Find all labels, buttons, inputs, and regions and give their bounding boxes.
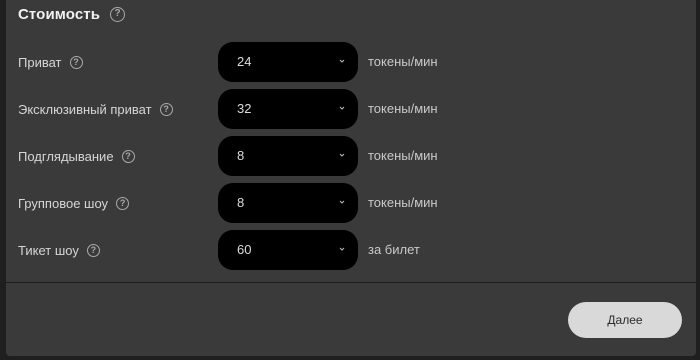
unit-label: токены/мин xyxy=(368,101,438,116)
row-label-container: Тикет шоу ? xyxy=(18,230,100,270)
price-row-spy: Подглядывание ? 8 токены/мин xyxy=(6,136,696,176)
chevron-down-icon xyxy=(339,200,345,204)
price-row-group-show: Групповое шоу ? 8 токены/мин xyxy=(6,183,696,223)
chevron-down-icon xyxy=(339,59,345,63)
row-label-container: Подглядывание ? xyxy=(18,136,135,176)
help-icon[interactable]: ? xyxy=(121,149,135,163)
select-value: 60 xyxy=(237,242,252,257)
help-icon[interactable]: ? xyxy=(116,196,130,210)
price-select[interactable]: 8 xyxy=(218,136,358,176)
row-label: Эксклюзивный приват xyxy=(18,101,152,117)
price-select[interactable]: 24 xyxy=(218,42,358,82)
price-select[interactable]: 8 xyxy=(218,183,358,223)
help-icon[interactable]: ? xyxy=(86,243,100,257)
row-label: Групповое шоу xyxy=(18,195,109,211)
pricing-panel: Стоимость ? Приват ? 24 токены/мин Экскл… xyxy=(6,0,696,356)
select-value: 8 xyxy=(237,195,245,210)
help-icon[interactable]: ? xyxy=(69,55,83,69)
section-title: Стоимость xyxy=(18,5,101,23)
row-label-container: Эксклюзивный приват ? xyxy=(18,89,173,129)
row-label: Подглядывание xyxy=(18,148,114,164)
row-label-container: Приват ? xyxy=(18,42,83,82)
select-value: 32 xyxy=(237,101,252,116)
chevron-down-icon xyxy=(339,106,345,110)
footer-divider xyxy=(6,282,696,283)
select-value: 8 xyxy=(237,148,245,163)
select-value: 24 xyxy=(237,54,252,69)
row-label: Тикет шоу xyxy=(18,242,79,258)
unit-label: токены/мин xyxy=(368,195,438,210)
unit-label: токены/мин xyxy=(368,54,438,69)
chevron-down-icon xyxy=(339,153,345,157)
help-icon[interactable]: ? xyxy=(110,6,126,22)
price-select[interactable]: 60 xyxy=(218,230,358,270)
price-row-private: Приват ? 24 токены/мин xyxy=(6,42,696,82)
price-row-exclusive-private: Эксклюзивный приват ? 32 токены/мин xyxy=(6,89,696,129)
unit-label: за билет xyxy=(368,242,420,257)
row-label-container: Групповое шоу ? xyxy=(18,183,130,223)
price-row-ticket-show: Тикет шоу ? 60 за билет xyxy=(6,230,696,270)
section-header: Стоимость ? xyxy=(18,4,126,24)
unit-label: токены/мин xyxy=(368,148,438,163)
chevron-down-icon xyxy=(339,247,345,251)
price-select[interactable]: 32 xyxy=(218,89,358,129)
next-button[interactable]: Далее xyxy=(568,302,682,338)
row-label: Приват xyxy=(18,54,62,70)
help-icon[interactable]: ? xyxy=(159,102,173,116)
